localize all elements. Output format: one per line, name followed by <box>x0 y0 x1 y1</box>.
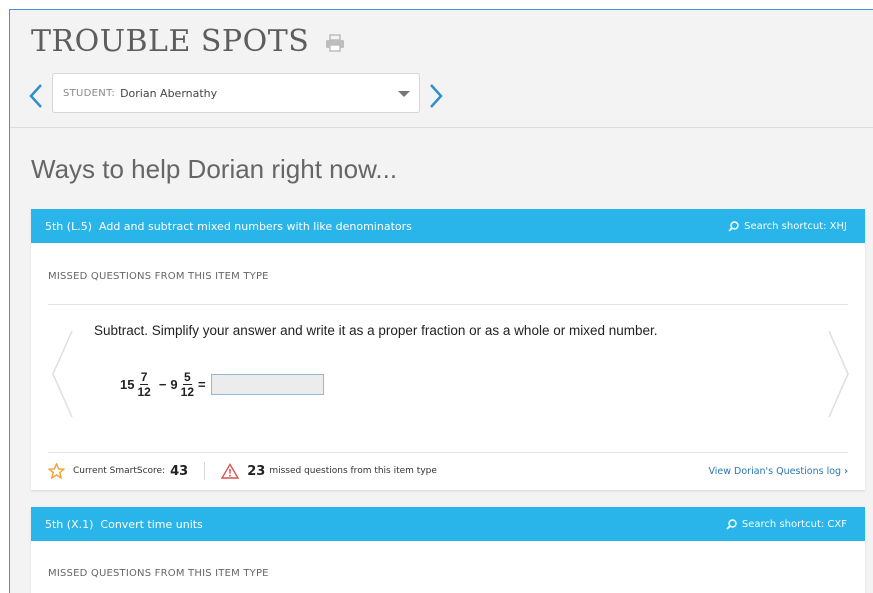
missed-questions-label: MISSED QUESTIONS FROM THIS ITEM TYPE <box>48 568 269 579</box>
missed-count-text: missed questions from this item type <box>269 466 437 476</box>
skill-code: 5th (X.1) <box>45 517 94 531</box>
smartscore-label: Current SmartScore: <box>73 466 166 476</box>
answer-input[interactable] <box>210 374 324 395</box>
header-divider <box>10 127 873 128</box>
printer-icon[interactable] <box>325 34 345 52</box>
whole-number-1: 15 <box>120 377 135 392</box>
page-title: TROUBLE SPOTS <box>31 23 310 59</box>
next-question-chevron-icon[interactable] <box>825 329 851 419</box>
questions-log-link-text: View Dorian's Questions log <box>708 465 842 477</box>
search-icon <box>728 220 739 232</box>
whole-number-2: 9 <box>170 377 178 392</box>
trouble-spot-card: 5th (X.1) Convert time units Search shor… <box>31 507 865 593</box>
warning-icon <box>221 463 240 479</box>
questions-log-link[interactable]: View Dorian's Questions log › <box>708 466 848 477</box>
trouble-spot-card: 5th (L.5) Add and subtract mixed numbers… <box>31 209 865 490</box>
fraction-2: 5 12 <box>181 370 194 399</box>
skill-name: Convert time units <box>100 517 203 531</box>
next-student-chevron-icon[interactable] <box>428 82 444 110</box>
app-frame: TROUBLE SPOTS STUDENT: Dorian Abernathy … <box>9 9 873 593</box>
card-divider <box>48 304 848 305</box>
card-header[interactable]: 5th (X.1) Convert time units Search shor… <box>31 507 865 541</box>
denominator-2: 12 <box>180 385 195 399</box>
search-shortcut[interactable]: Search shortcut: XHJ <box>728 221 847 232</box>
student-label: STUDENT: <box>63 87 116 99</box>
footer-separator <box>204 462 206 480</box>
card-header[interactable]: 5th (L.5) Add and subtract mixed numbers… <box>31 209 865 243</box>
card-footer: Current SmartScore: 43 23 missed questio… <box>48 462 848 480</box>
search-shortcut-text: Search shortcut: CXF <box>741 518 847 530</box>
title-row: TROUBLE SPOTS <box>31 23 345 59</box>
skill-name: Add and subtract mixed numbers with like… <box>99 219 412 233</box>
smartscore-value: 43 <box>170 463 189 479</box>
star-icon <box>48 463 65 479</box>
student-name: Dorian Abernathy <box>120 86 218 100</box>
caret-down-icon <box>398 91 410 97</box>
previous-question-chevron-icon[interactable] <box>50 329 76 419</box>
card-divider <box>48 452 848 453</box>
skill-code: 5th (L.5) <box>45 219 92 233</box>
minus-operator: − <box>158 377 167 392</box>
numerator-2: 5 <box>182 370 192 385</box>
search-shortcut-text: Search shortcut: XHJ <box>744 220 847 232</box>
missed-count: 23 <box>247 463 266 479</box>
missed-questions-label: MISSED QUESTIONS FROM THIS ITEM TYPE <box>48 271 269 282</box>
question-prompt: Subtract. Simplify your answer and write… <box>94 323 658 338</box>
denominator-1: 12 <box>137 385 151 399</box>
section-heading: Ways to help Dorian right now... <box>31 154 398 184</box>
search-shortcut[interactable]: Search shortcut: CXF <box>726 519 847 530</box>
previous-student-chevron-icon[interactable] <box>28 82 44 110</box>
numerator-1: 7 <box>139 370 149 385</box>
math-problem: 15 7 12 − 9 5 12 = <box>120 370 324 399</box>
search-icon <box>726 518 737 530</box>
fraction-1: 7 12 <box>137 370 150 399</box>
student-select[interactable]: STUDENT: Dorian Abernathy <box>52 73 420 113</box>
chevron-right-icon: › <box>844 465 848 477</box>
equals-sign: = <box>198 377 206 392</box>
